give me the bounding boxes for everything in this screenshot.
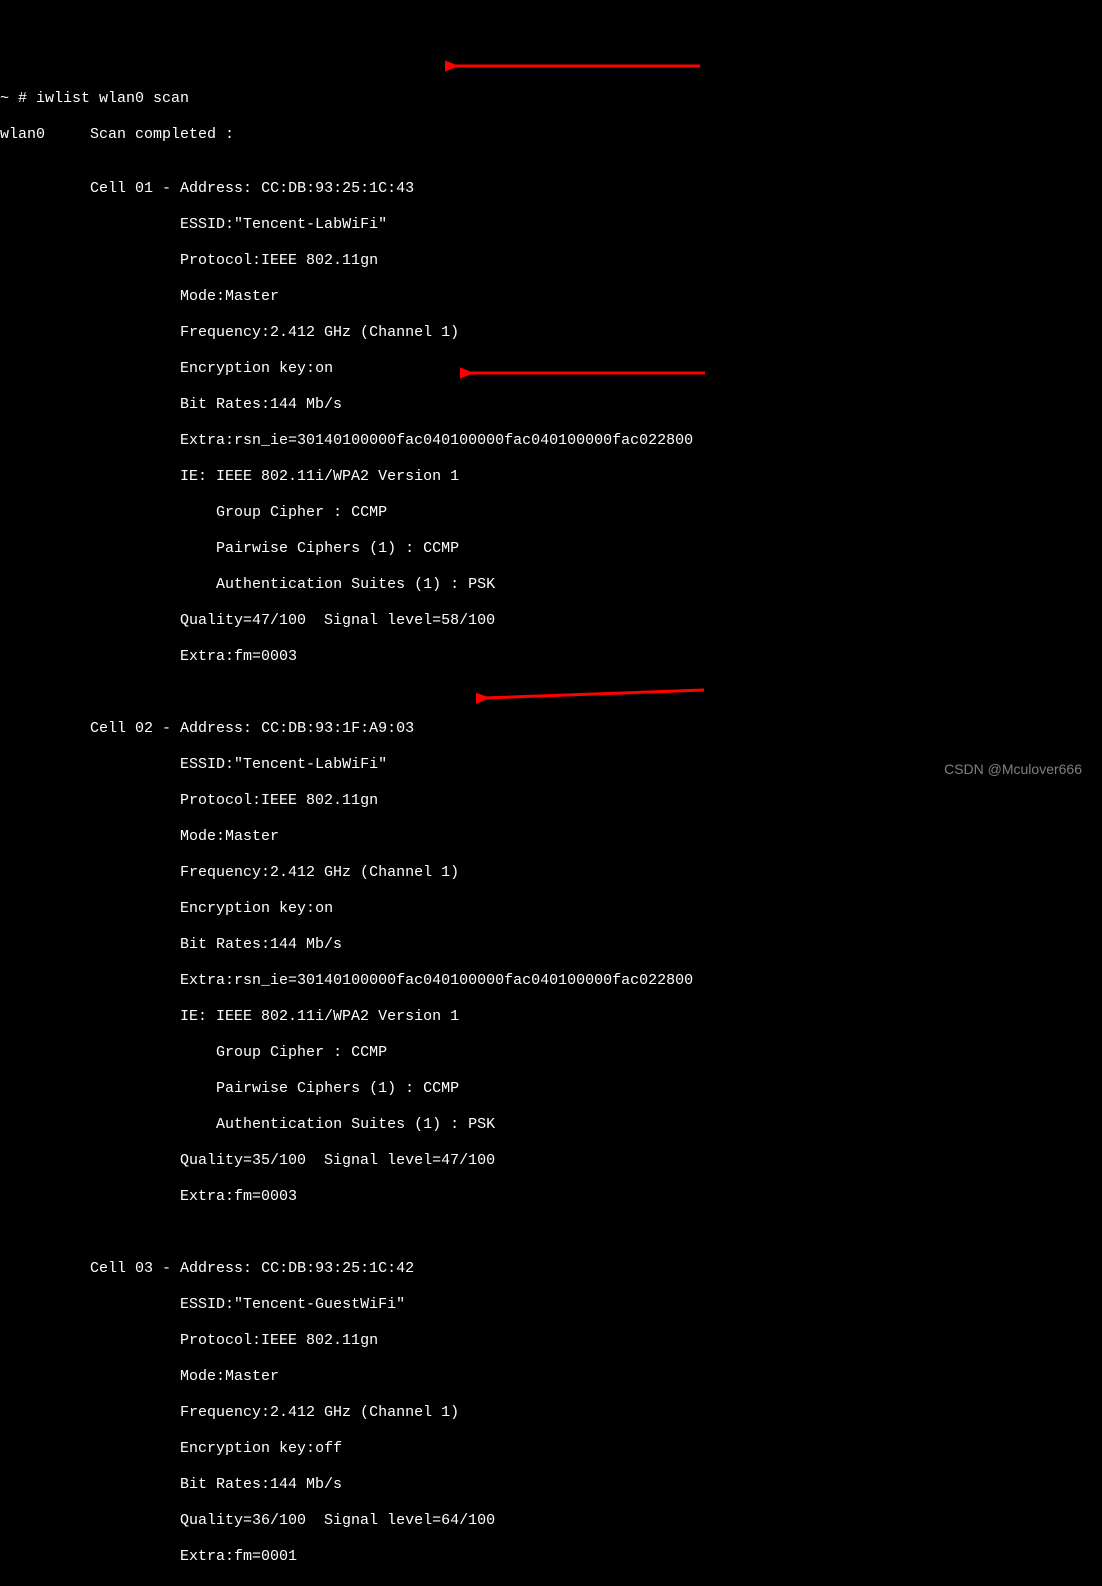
cell-02-protocol: Protocol:IEEE 802.11gn [0,792,1102,810]
cell-01-extra-rsn: Extra:rsn_ie=30140100000fac040100000fac0… [0,432,1102,450]
cell-02-extra-fm: Extra:fm=0003 [0,1188,1102,1206]
command-line: ~ # iwlist wlan0 scan [0,90,1102,108]
cell-01-mode: Mode:Master [0,288,1102,306]
cell-02-auth: Authentication Suites (1) : PSK [0,1116,1102,1134]
cell-01-bitrate: Bit Rates:144 Mb/s [0,396,1102,414]
cell-02-address: Cell 02 - Address: CC:DB:93:1F:A9:03 [0,720,1102,738]
cell-02-pairwise: Pairwise Ciphers (1) : CCMP [0,1080,1102,1098]
cell-03-bitrate: Bit Rates:144 Mb/s [0,1476,1102,1494]
cell-02-quality: Quality=35/100 Signal level=47/100 [0,1152,1102,1170]
cell-01-cipher: Group Cipher : CCMP [0,504,1102,522]
cell-02-bitrate: Bit Rates:144 Mb/s [0,936,1102,954]
cell-01-extra-fm: Extra:fm=0003 [0,648,1102,666]
cell-03-freq: Frequency:2.412 GHz (Channel 1) [0,1404,1102,1422]
cell-03-address: Cell 03 - Address: CC:DB:93:25:1C:42 [0,1260,1102,1278]
cell-03-essid: ESSID:"Tencent-GuestWiFi" [0,1296,1102,1314]
cell-01-block: Cell 01 - Address: CC:DB:93:25:1C:43 ESS… [0,162,1102,684]
cell-02-ie: IE: IEEE 802.11i/WPA2 Version 1 [0,1008,1102,1026]
cell-01-address: Cell 01 - Address: CC:DB:93:25:1C:43 [0,180,1102,198]
cell-03-protocol: Protocol:IEEE 802.11gn [0,1332,1102,1350]
cell-02-mode: Mode:Master [0,828,1102,846]
cell-01-quality: Quality=47/100 Signal level=58/100 [0,612,1102,630]
cell-01-freq: Frequency:2.412 GHz (Channel 1) [0,324,1102,342]
cell-02-essid: ESSID:"Tencent-LabWiFi" [0,756,1102,774]
cell-01-enc: Encryption key:on [0,360,1102,378]
csdn-watermark: CSDN @Mculover666 [944,761,1082,778]
cell-03-block: Cell 03 - Address: CC:DB:93:25:1C:42 ESS… [0,1242,1102,1584]
cell-02-cipher: Group Cipher : CCMP [0,1044,1102,1062]
cell-01-essid: ESSID:"Tencent-LabWiFi" [0,216,1102,234]
cell-01-ie: IE: IEEE 802.11i/WPA2 Version 1 [0,468,1102,486]
cell-02-freq: Frequency:2.412 GHz (Channel 1) [0,864,1102,882]
cell-03-mode: Mode:Master [0,1368,1102,1386]
scan-header: wlan0 Scan completed : [0,126,1102,144]
cell-01-protocol: Protocol:IEEE 802.11gn [0,252,1102,270]
cell-03-extra-fm: Extra:fm=0001 [0,1548,1102,1566]
terminal-output: ~ # iwlist wlan0 scan wlan0 Scan complet… [0,72,1102,1586]
cell-01-pairwise: Pairwise Ciphers (1) : CCMP [0,540,1102,558]
cell-02-enc: Encryption key:on [0,900,1102,918]
cell-03-enc: Encryption key:off [0,1440,1102,1458]
cell-02-block: Cell 02 - Address: CC:DB:93:1F:A9:03 ESS… [0,702,1102,1224]
cell-01-auth: Authentication Suites (1) : PSK [0,576,1102,594]
cell-03-quality: Quality=36/100 Signal level=64/100 [0,1512,1102,1530]
cell-02-extra-rsn: Extra:rsn_ie=30140100000fac040100000fac0… [0,972,1102,990]
